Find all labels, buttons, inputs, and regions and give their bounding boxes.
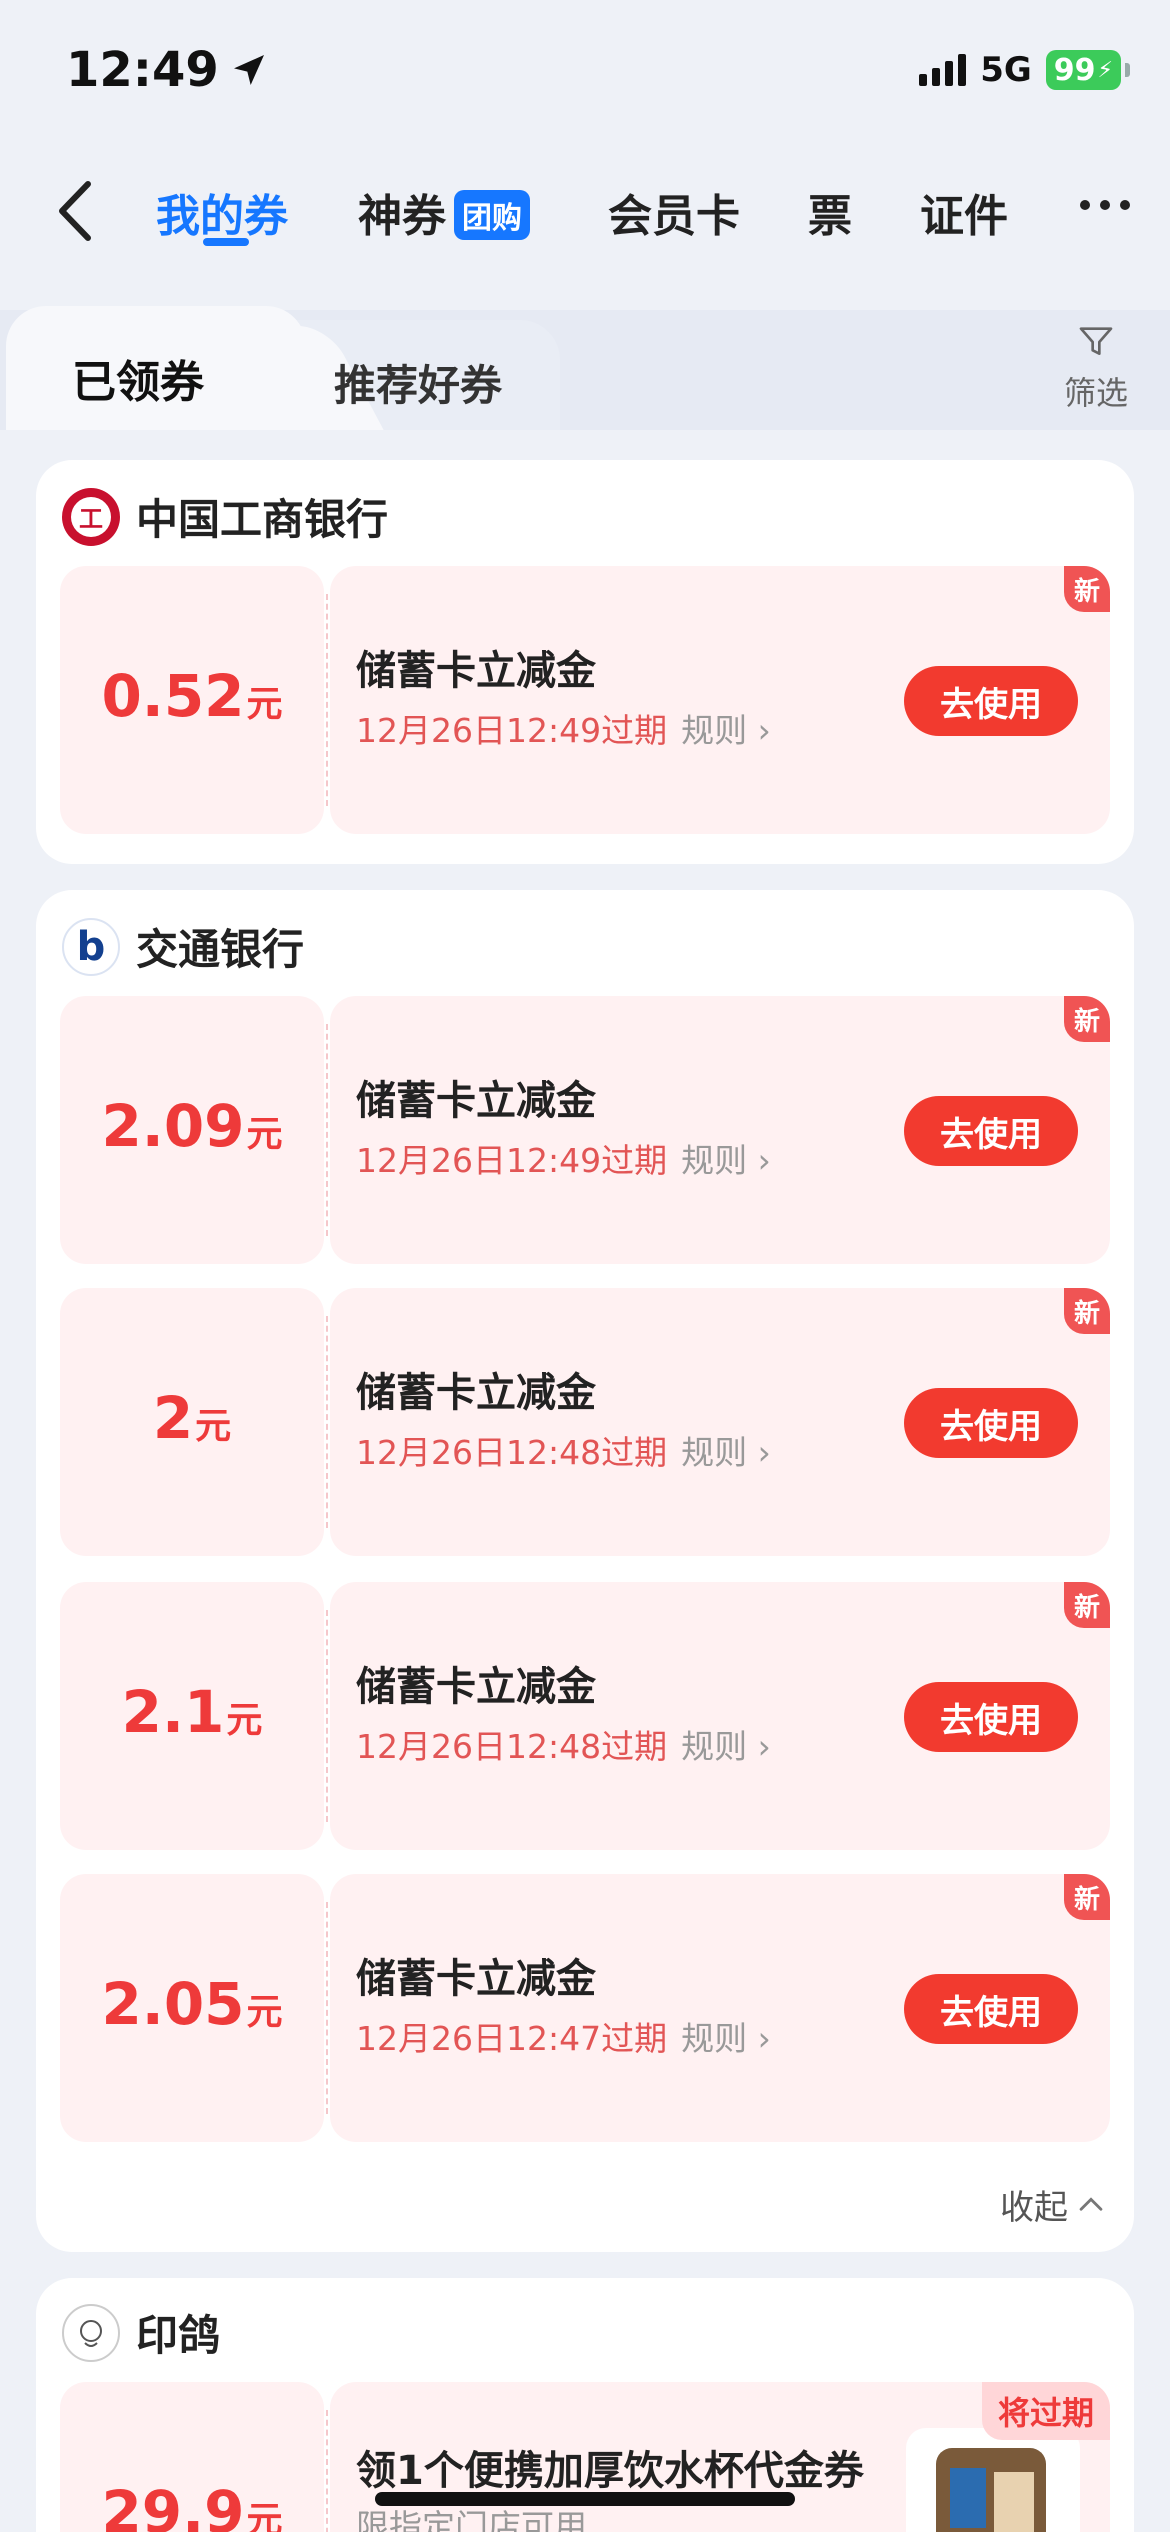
- coupon-expiry: 12月26日12:48过期 规则 ›: [356, 1433, 771, 1472]
- coupon-divider: [326, 1024, 328, 1236]
- bank-name: 印鸽: [136, 2311, 221, 2360]
- network-label: 5G: [980, 50, 1032, 90]
- location-arrow-icon: [233, 55, 264, 85]
- coupon-expiry: 12月26日12:48过期 规则 ›: [356, 1727, 771, 1766]
- rule-link[interactable]: 规则 ›: [681, 2019, 771, 2058]
- filter-button[interactable]: 筛选: [1046, 322, 1146, 414]
- status-indicators: 5G 99 ⚡: [919, 50, 1130, 90]
- bank-name: 中国工商银行: [136, 495, 389, 544]
- tab-member-card[interactable]: 会员卡: [608, 180, 740, 244]
- coupon-divider: [326, 1902, 328, 2114]
- coupon-info: 储蓄卡立减金 12月26日12:49过期 规则 › 去使用 新: [330, 996, 1110, 1264]
- filter-label: 筛选: [1063, 374, 1128, 412]
- coupon-title: 储蓄卡立减金: [356, 1370, 596, 1416]
- coupon-unit: 元: [246, 684, 283, 725]
- new-badge: 新: [1064, 1874, 1110, 1920]
- coupon-group-icbc: 工 中国工商银行 0.52 元 储蓄卡立减金 12月26日12:49过期 规则 › …: [36, 460, 1134, 864]
- use-coupon-button[interactable]: 去使用: [904, 666, 1078, 736]
- coupon-card[interactable]: 2.1 元 储蓄卡立减金 12月26日12:48过期 规则 › 去使用 新: [60, 1582, 1110, 1850]
- coupon-amount: 2: [152, 1384, 194, 1452]
- tab-super-coupons[interactable]: 神券 团购: [358, 180, 530, 244]
- product-image: [906, 2428, 1080, 2532]
- coupon-divider: [326, 594, 328, 806]
- coupon-info: 储蓄卡立减金 12月26日12:48过期 规则 › 去使用 新: [330, 1582, 1110, 1850]
- bank-header: b 交通银行: [62, 916, 304, 977]
- coupon-divider: [326, 2410, 328, 2532]
- use-coupon-button[interactable]: 去使用: [904, 1388, 1078, 1458]
- use-coupon-button[interactable]: 去使用: [904, 1682, 1078, 1752]
- bank-name: 交通银行: [136, 925, 305, 974]
- collapse-button[interactable]: 收起: [1000, 2180, 1108, 2229]
- use-coupon-button[interactable]: 去使用: [904, 1974, 1078, 2044]
- rule-link[interactable]: 规则 ›: [681, 711, 771, 750]
- coupon-amount: 2.05: [101, 1970, 245, 2038]
- battery-icon: 99 ⚡: [1045, 50, 1121, 90]
- expiring-badge: 将过期: [981, 2382, 1110, 2440]
- rule-link[interactable]: 规则 ›: [681, 1727, 771, 1766]
- coupon-info: 储蓄卡立减金 12月26日12:49过期 规则 › 去使用 新: [330, 566, 1110, 834]
- coupon-title: 储蓄卡立减金: [356, 1664, 596, 1710]
- coupon-amount: 2.1: [121, 1678, 225, 1746]
- new-badge: 新: [1064, 1582, 1110, 1628]
- new-badge: 新: [1064, 996, 1110, 1042]
- coupon-info: 领1个便携加厚饮水杯代金券 限指定门店可用 将过期: [330, 2382, 1110, 2532]
- coupon-amount-area: 2.1 元: [60, 1582, 324, 1850]
- use-coupon-button[interactable]: 去使用: [904, 1096, 1078, 1166]
- coupon-card[interactable]: 2.05 元 储蓄卡立减金 12月26日12:47过期 规则 › 去使用 新: [60, 1874, 1110, 2142]
- yinge-logo-icon: [62, 2303, 120, 2362]
- coupon-card[interactable]: 0.52 元 储蓄卡立减金 12月26日12:49过期 规则 › 去使用 新: [60, 566, 1110, 834]
- icbc-logo-icon: 工: [62, 487, 120, 546]
- home-indicator: [375, 2492, 795, 2506]
- coupon-unit: 元: [195, 1406, 232, 1447]
- coupon-amount: 0.52: [101, 662, 245, 730]
- coupon-info: 储蓄卡立减金 12月26日12:47过期 规则 › 去使用 新: [330, 1874, 1110, 2142]
- coupon-title: 储蓄卡立减金: [356, 1078, 596, 1124]
- coupon-amount: 29.9: [101, 2478, 245, 2532]
- coupon-title: 储蓄卡立减金: [356, 648, 596, 694]
- coupon-amount-area: 2.09 元: [60, 996, 324, 1264]
- tab-certificates[interactable]: 证件: [920, 180, 1008, 244]
- battery-cap: [1125, 63, 1130, 77]
- segment-tab-received[interactable]: 已领券: [72, 346, 204, 410]
- chevron-up-icon: [1079, 2196, 1103, 2211]
- coupon-expiry: 12月26日12:49过期 规则 ›: [356, 1141, 771, 1180]
- signal-icon: [919, 54, 967, 86]
- coupon-expiry: 12月26日12:47过期 规则 ›: [356, 2019, 771, 2058]
- coupon-card[interactable]: 2.09 元 储蓄卡立减金 12月26日12:49过期 规则 › 去使用 新: [60, 996, 1110, 1264]
- coupon-card[interactable]: 29.9 元 领1个便携加厚饮水杯代金券 限指定门店可用 将过期: [60, 2382, 1110, 2532]
- coupon-amount-area: 29.9 元: [60, 2382, 324, 2532]
- active-tab-indicator: [203, 238, 249, 246]
- rule-link[interactable]: 规则 ›: [681, 1433, 771, 1472]
- coupon-expiry: 12月26日12:49过期 规则 ›: [356, 711, 771, 750]
- tab-tickets[interactable]: 票: [808, 180, 852, 244]
- coupon-card[interactable]: 2元 储蓄卡立减金 12月26日12:48过期 规则 › 去使用 新: [60, 1288, 1110, 1556]
- coupon-info: 储蓄卡立减金 12月26日12:48过期 规则 › 去使用 新: [330, 1288, 1110, 1556]
- segment-tab-recommended[interactable]: 推荐好券: [334, 352, 502, 413]
- bank-header: 印鸽: [62, 2302, 220, 2363]
- coupon-title: 储蓄卡立减金: [356, 1956, 596, 2002]
- coupon-unit: 元: [246, 2500, 283, 2532]
- group-buy-badge: 团购: [454, 190, 530, 240]
- coupon-unit: 元: [246, 1992, 283, 2033]
- coupon-unit: 元: [226, 1700, 263, 1741]
- tab-my-coupons[interactable]: 我的券: [156, 180, 288, 244]
- status-time: 12:49: [66, 42, 269, 98]
- rule-link[interactable]: 规则 ›: [681, 1141, 771, 1180]
- coupon-amount-area: 0.52 元: [60, 566, 324, 834]
- coupon-group-bocom: b 交通银行 2.09 元 储蓄卡立减金 12月26日12:49过期 规则 › 去使…: [36, 890, 1134, 2252]
- new-badge: 新: [1064, 1288, 1110, 1334]
- bank-header: 工 中国工商银行: [62, 486, 388, 547]
- more-icon[interactable]: [1080, 200, 1130, 210]
- coupon-title: 领1个便携加厚饮水杯代金券: [356, 2448, 864, 2494]
- coupon-divider: [326, 1610, 328, 1822]
- coupon-divider: [326, 1316, 328, 1528]
- coupon-amount-area: 2.05 元: [60, 1874, 324, 2142]
- coupon-amount-area: 2元: [60, 1288, 324, 1556]
- coupon-amount: 2.09: [101, 1092, 245, 1160]
- bocom-logo-icon: b: [62, 917, 120, 976]
- new-badge: 新: [1064, 566, 1110, 612]
- coupon-unit: 元: [246, 1114, 283, 1155]
- filter-icon: [1079, 327, 1113, 355]
- top-tabs: 我的券 神券 团购 会员卡 票 证件: [0, 170, 1170, 250]
